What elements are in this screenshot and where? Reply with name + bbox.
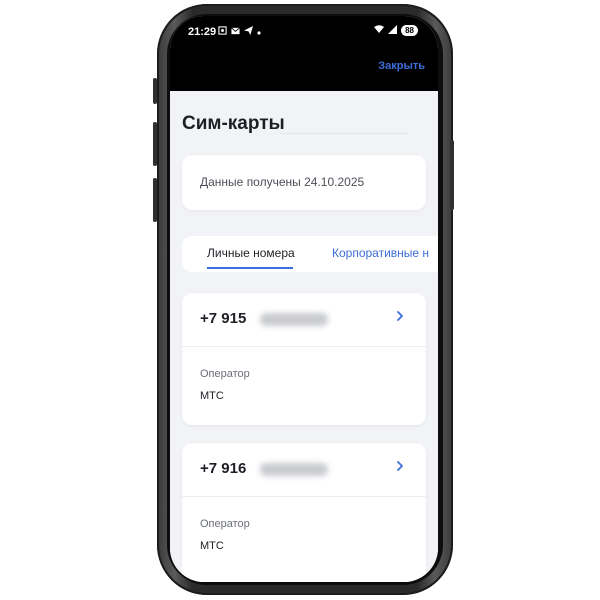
main-content: Сим-карты Данные получены 24.10.2025 Лич… [170, 91, 438, 582]
battery-indicator: 88 [401, 25, 418, 36]
mute-switch [153, 78, 157, 104]
chevron-right-icon[interactable] [396, 459, 404, 475]
status-icons-left [218, 26, 261, 37]
telegram-icon [244, 26, 253, 37]
tab-bar: Личные номера Корпоративные н [182, 236, 438, 272]
signal-icon [388, 25, 398, 36]
status-time: 21:29 [188, 26, 217, 38]
operator-value: МТС [200, 390, 224, 402]
redacted-number [260, 313, 328, 326]
status-icons-right: 88 [374, 25, 418, 36]
screenshot-icon [218, 26, 227, 37]
redacted-number [260, 463, 328, 476]
operator-label: Оператор [200, 368, 250, 380]
sim-card[interactable]: +7 916 Оператор МТС [182, 443, 426, 582]
tab-corporate-numbers[interactable]: Корпоративные н [332, 246, 429, 260]
status-bar: 21:29 88 Закрыть [170, 16, 438, 91]
volume-down-button [153, 178, 157, 222]
tab-personal-numbers[interactable]: Личные номера [207, 246, 295, 260]
sim-card[interactable]: +7 915 Оператор МТС [182, 293, 426, 425]
stage: 21:29 88 Закрыть Сим-карты Данные получе… [0, 0, 600, 600]
volume-up-button [153, 122, 157, 166]
operator-label: Оператор [200, 518, 250, 530]
sim-card-header[interactable]: +7 916 [182, 443, 426, 497]
sim-number: +7 915 [200, 310, 247, 327]
dot-icon [257, 27, 261, 37]
mail-icon [231, 27, 240, 37]
close-button[interactable]: Закрыть [378, 60, 425, 72]
page-title: Сим-карты [182, 113, 285, 134]
screen: 21:29 88 Закрыть Сим-карты Данные получе… [170, 16, 438, 582]
active-tab-indicator [207, 267, 293, 269]
sim-number: +7 916 [200, 460, 247, 477]
sim-card-header[interactable]: +7 915 [182, 293, 426, 347]
chevron-right-icon[interactable] [396, 309, 404, 325]
data-info-card: Данные получены 24.10.2025 [182, 155, 426, 210]
power-button [450, 140, 454, 210]
wifi-icon [374, 25, 385, 36]
title-divider [280, 133, 408, 134]
data-received-text: Данные получены 24.10.2025 [200, 175, 365, 189]
operator-value: МТС [200, 540, 224, 552]
